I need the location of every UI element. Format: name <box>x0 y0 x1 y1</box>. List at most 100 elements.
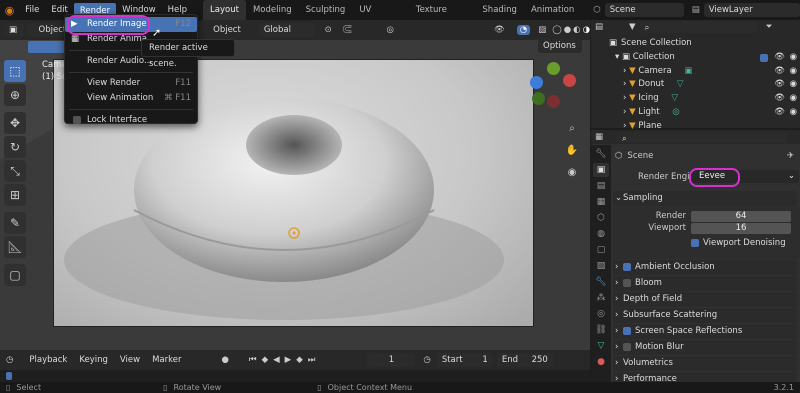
current-frame-field[interactable]: 1 <box>367 353 416 367</box>
tab-texture-paint[interactable]: Texture Paint <box>409 0 476 35</box>
expand-icon[interactable]: ▾ <box>615 52 619 62</box>
play-icon[interactable]: ▶ <box>285 355 292 365</box>
jump-start-icon[interactable]: ⏮ <box>249 355 257 365</box>
panel-depth-of-field[interactable]: › Depth of Field <box>613 292 797 307</box>
add-cube-icon[interactable]: ▢ <box>4 264 26 286</box>
panel-ambient-occlusion[interactable]: › Ambient Occlusion <box>613 260 797 275</box>
pivot-icon[interactable]: ⊙ <box>325 25 332 35</box>
measure-icon[interactable]: 📐︎ <box>4 236 26 258</box>
collection-tab-icon[interactable]: ▢ <box>593 243 609 257</box>
output-tab-icon[interactable]: ▤ <box>593 179 609 193</box>
next-key-icon[interactable]: ◆ <box>296 355 303 365</box>
view-layer-selector[interactable]: ViewLayer <box>703 3 800 17</box>
tab-shading[interactable]: Shading <box>475 0 524 20</box>
orientation-selector[interactable]: Global <box>258 23 315 37</box>
panel-motion-blur[interactable]: › Motion Blur <box>613 340 797 355</box>
play-reverse-icon[interactable]: ◀ <box>273 355 280 365</box>
keying-menu[interactable]: Keying <box>79 355 108 365</box>
scene-icon[interactable]: ⬡ <box>593 5 600 15</box>
scene-tab-icon[interactable]: ⬡ <box>593 211 609 225</box>
material-tab-icon[interactable]: ● <box>593 355 609 369</box>
render-camera-icon[interactable]: ◉ <box>790 92 797 106</box>
select-box-icon[interactable]: ⬚ <box>4 60 26 82</box>
transform-icon[interactable]: ⊞ <box>4 184 26 206</box>
proportional-edit-icon[interactable]: ◎ <box>387 25 394 35</box>
tab-modeling[interactable]: Modeling <box>246 0 299 20</box>
outliner-item-plane[interactable]: › ▼ Plane <box>591 120 800 130</box>
render-camera-icon[interactable]: ◉ <box>790 51 797 65</box>
move-icon[interactable]: ✥ <box>4 112 26 134</box>
modifier-tab-icon[interactable]: 🔧︎ <box>593 275 609 289</box>
playhead[interactable] <box>6 372 12 380</box>
panel-checkbox[interactable] <box>623 262 631 271</box>
tab-sculpting[interactable]: Sculpting <box>299 0 353 20</box>
properties-search-input[interactable]: ⌕ <box>617 131 788 144</box>
outliner-item-icing[interactable]: › ▼ Icing ▽ 👁︎ ◉ <box>591 92 800 106</box>
particles-tab-icon[interactable]: ⁂ <box>593 291 609 305</box>
render-tab-icon[interactable]: ▣ <box>593 163 609 177</box>
outliner-item-donut[interactable]: › ▼ Donut ▽ 👁︎ ◉ <box>591 78 800 92</box>
shading-solid-icon[interactable]: ● <box>564 25 571 35</box>
tab-uv-editing[interactable]: UV Editing <box>352 0 409 35</box>
tab-animation[interactable]: Animation <box>524 0 581 20</box>
rotate-icon[interactable]: ↻ <box>4 136 26 158</box>
cursor-icon[interactable]: ⊕ <box>4 84 26 106</box>
funnel-icon[interactable]: ⏷ <box>766 22 773 32</box>
visibility-icon[interactable]: 👁︎ <box>494 25 505 35</box>
prev-key-icon[interactable]: ◆ <box>262 355 269 365</box>
visibility-eye-icon[interactable]: 👁︎ <box>774 92 785 106</box>
camera-view-icon[interactable]: ◉ <box>563 164 581 182</box>
view-layer-icon[interactable]: ▤ <box>692 5 700 15</box>
exclude-checkbox[interactable] <box>760 53 768 62</box>
snap-icon[interactable]: 🧲︎ <box>342 25 353 35</box>
scene-selector[interactable]: Scene <box>604 3 684 17</box>
visibility-eye-icon[interactable]: 👁︎ <box>774 106 785 120</box>
panel-subsurface-scattering[interactable]: › Subsurface Scattering <box>613 308 797 323</box>
start-frame-field[interactable]: Start 1 <box>436 353 493 367</box>
scale-icon[interactable]: ⤡ <box>4 160 26 182</box>
gizmo-y-icon[interactable] <box>530 76 543 89</box>
tab-layout[interactable]: Layout <box>203 0 246 20</box>
outliner-collection[interactable]: ▾ ▣ Collection 👁︎ ◉ <box>591 51 800 65</box>
sampling-panel-header[interactable]: ⌄ Sampling <box>613 191 797 206</box>
xray-icon[interactable]: ▨ <box>538 25 546 35</box>
filter-icon[interactable]: ▼ <box>629 22 636 32</box>
viewport-samples-field[interactable]: 16 <box>691 223 791 234</box>
gizmo-x-icon[interactable] <box>563 74 576 87</box>
physics-tab-icon[interactable]: ◎ <box>593 307 609 321</box>
shading-wire-icon[interactable]: ◯ <box>552 25 562 35</box>
visibility-eye-icon[interactable]: 👁︎ <box>774 51 785 65</box>
panel-checkbox[interactable] <box>623 278 631 287</box>
timeline-editor-icon[interactable]: ◷ <box>6 355 13 365</box>
render-camera-icon[interactable]: ◉ <box>790 65 797 79</box>
expand-icon[interactable]: › <box>623 93 626 103</box>
marker-menu[interactable]: Marker <box>152 355 181 365</box>
expand-icon[interactable]: › <box>623 121 626 130</box>
end-frame-field[interactable]: End 250 <box>496 353 553 367</box>
denoise-checkbox[interactable] <box>691 238 699 247</box>
pin-icon[interactable]: ✈ <box>787 151 794 161</box>
outliner-search-input[interactable]: ⌕ <box>639 21 758 33</box>
playback-menu[interactable]: Playback <box>29 355 67 365</box>
shading-rendered-icon[interactable]: ◑ <box>583 25 590 35</box>
options-button[interactable]: Options <box>538 39 582 53</box>
editor-type-icon[interactable]: ▣ <box>4 23 24 37</box>
expand-icon[interactable]: › <box>623 79 626 89</box>
navigation-gizmo[interactable] <box>528 62 578 112</box>
gizmo-neg-z-icon[interactable] <box>532 92 545 105</box>
timeline-ruler[interactable] <box>0 370 590 382</box>
view-layer-tab-icon[interactable]: ▦ <box>593 195 609 209</box>
render-samples-field[interactable]: 64 <box>691 211 791 222</box>
panel-screen-space-reflections[interactable]: › Screen Space Reflections <box>613 324 797 339</box>
panel-bloom[interactable]: › Bloom <box>613 276 797 291</box>
tool-tab-icon[interactable]: 🔧︎ <box>593 147 609 161</box>
outliner-scene-collection[interactable]: ▣ Scene Collection <box>591 37 800 51</box>
properties-editor-icon[interactable]: ▦ <box>595 132 603 142</box>
outliner-item-light[interactable]: › ▼ Light ◎ 👁︎ ◉ <box>591 106 800 120</box>
data-tab-icon[interactable]: ▽ <box>593 339 609 353</box>
viewport-denoising-toggle[interactable]: Viewport Denoising <box>691 238 786 248</box>
expand-icon[interactable]: › <box>623 107 626 117</box>
menu-item-view-animation[interactable]: View Animation ⌘ F11 <box>65 91 197 106</box>
panel-volumetrics[interactable]: › Volumetrics <box>613 356 797 371</box>
render-camera-icon[interactable]: ◉ <box>790 78 797 92</box>
